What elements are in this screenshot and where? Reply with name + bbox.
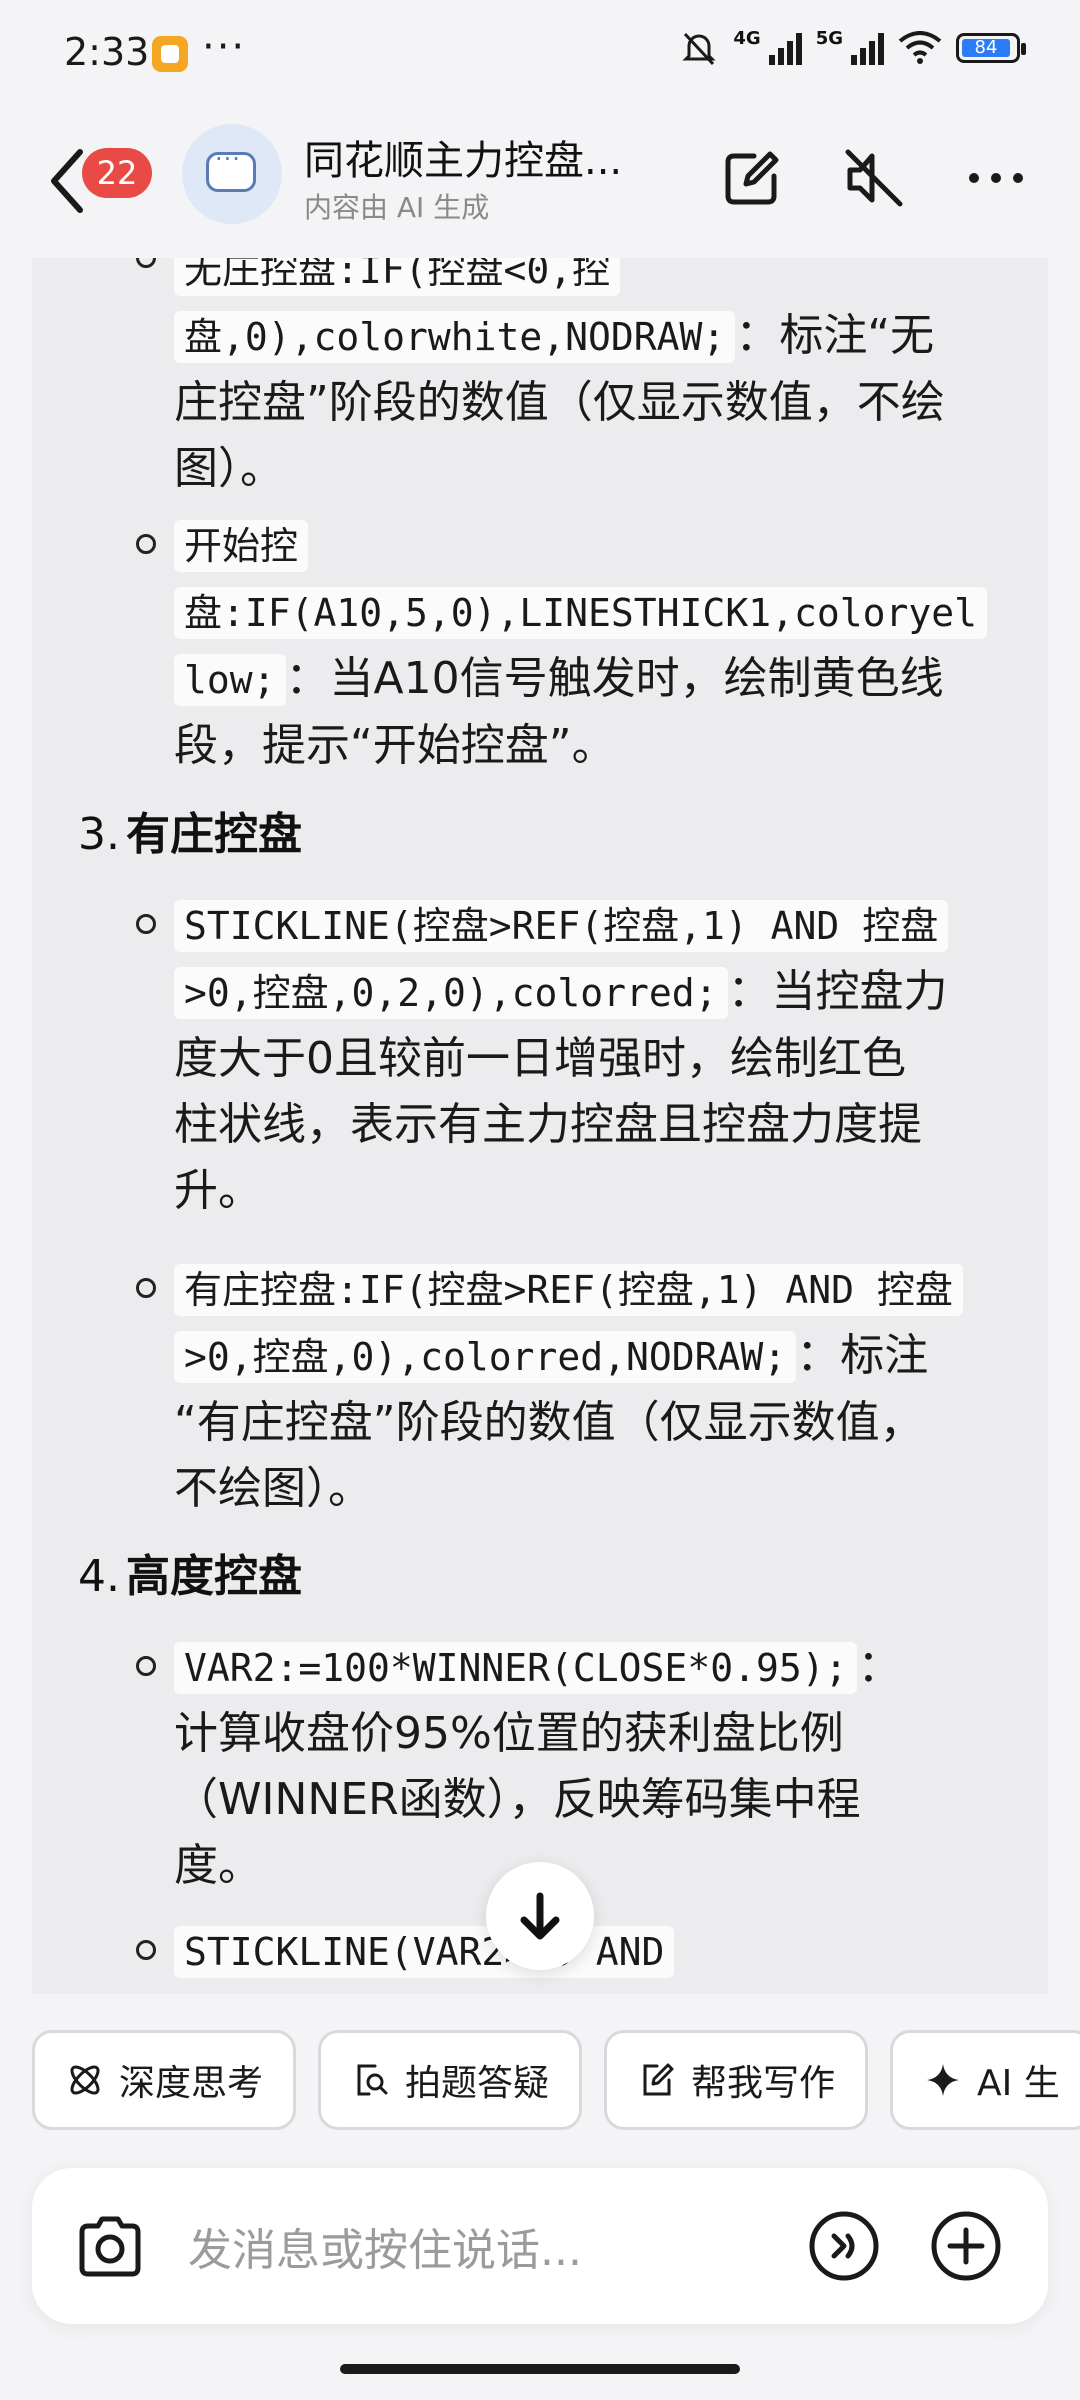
item-text: ：标注 xyxy=(796,1330,929,1381)
network-4g-label: 4G xyxy=(733,28,761,49)
item-text: 升。 xyxy=(174,1165,262,1216)
list-item: 无庄控盘:IF(控盘<0,控 盘,0),colorwhite,NODRAW; ：标… xyxy=(174,258,1024,502)
list-bullet xyxy=(136,258,156,268)
chat-title[interactable]: 同花顺主力控盘... xyxy=(304,128,622,186)
edit-icon[interactable] xyxy=(720,146,784,210)
item-text: （WINNER函数），反映筹码集中程 xyxy=(174,1774,861,1825)
chip-label: 拍题答疑 xyxy=(405,2063,550,2104)
add-icon[interactable] xyxy=(930,2210,1002,2282)
inline-code: 有庄控盘:IF(控盘>REF(控盘,1) AND 控盘 xyxy=(174,1264,963,1316)
chip-ai-generate[interactable]: AI 生 xyxy=(890,2030,1080,2130)
section-title: 有庄控盘 xyxy=(125,809,302,860)
list-bullet xyxy=(136,534,156,554)
list-item: 开始控 盘:IF(A10,5,0),LINESTHICK1,coloryel l… xyxy=(174,512,1024,779)
chip-label: 深度思考 xyxy=(119,2063,264,2104)
battery-icon: 84 xyxy=(956,33,1026,63)
status-time: 2:33 xyxy=(64,30,150,74)
mute-bell-icon xyxy=(682,32,716,66)
camera-icon[interactable] xyxy=(74,2210,146,2282)
voice-input-icon[interactable] xyxy=(808,2210,880,2282)
section-heading: 3. 有庄控盘 xyxy=(78,798,302,862)
inline-code: STICKLINE(VAR2>50 AND xyxy=(174,1926,675,1978)
chip-label: 帮我写作 xyxy=(691,2063,836,2104)
notification-app-icon xyxy=(152,36,188,72)
inline-code: VAR2:=100*WINNER(CLOSE*0.95); xyxy=(174,1642,858,1694)
inline-code: >0,控盘,0),colorred,NODRAW; xyxy=(174,1331,797,1383)
inline-code: 开始控 xyxy=(174,520,309,572)
inline-code: STICKLINE(控盘>REF(控盘,1) AND 控盘 xyxy=(174,900,949,952)
inline-code: 盘:IF(A10,5,0),LINESTHICK1,coloryel xyxy=(174,587,987,639)
scroll-to-bottom-button[interactable] xyxy=(486,1862,594,1970)
section-heading: 4. 高度控盘 xyxy=(78,1540,302,1604)
more-options-icon[interactable] xyxy=(964,146,1028,210)
wifi-icon xyxy=(898,31,942,64)
inline-code: >0,控盘,0,2,0),colorred; xyxy=(174,967,728,1019)
section-number: 4. xyxy=(78,1551,120,1602)
list-bullet xyxy=(136,1940,156,1960)
quick-action-chips: 深度思考 拍题答疑 帮我写作 AI 生 xyxy=(32,2030,1080,2134)
list-bullet xyxy=(136,1278,156,1298)
inline-code: low; xyxy=(174,654,286,706)
status-bar: 2:33 ··· 4G 5G 84 xyxy=(0,0,1080,100)
battery-level: 84 xyxy=(962,39,1010,57)
section-title: 高度控盘 xyxy=(125,1551,302,1602)
item-text: 图）。 xyxy=(174,443,284,494)
item-text: 计算收盘价95%位置的获利盘比例 xyxy=(174,1708,844,1759)
arrow-down-icon xyxy=(520,1892,560,1940)
photo-search-icon xyxy=(357,2064,388,2096)
item-text: 度大于0且较前一日增强时，绘制红色 xyxy=(174,1033,906,1084)
item-text: ：标注“无 xyxy=(735,310,935,361)
item-text: 段，提示“开始控盘”。 xyxy=(174,720,616,771)
home-indicator[interactable] xyxy=(340,2364,740,2374)
unread-badge: 22 xyxy=(82,148,152,198)
chat-header: 22 同花顺主力控盘... 内容由 AI 生成 xyxy=(0,100,1080,260)
item-text: “有庄控盘”阶段的数值（仅显示数值， xyxy=(174,1397,924,1448)
list-item: STICKLINE(控盘>REF(控盘,1) AND 控盘 >0,控盘,0,2,… xyxy=(174,892,1024,1224)
speaker-muted-icon[interactable] xyxy=(842,146,906,210)
network-5g-label: 5G xyxy=(815,28,843,49)
item-text: ：当控盘力 xyxy=(727,966,948,1017)
signal-4g-icon xyxy=(768,31,802,65)
item-text: 不绘图）。 xyxy=(174,1463,372,1514)
message-input-bar: 发消息或按住说话... xyxy=(32,2168,1048,2324)
message-input[interactable]: 发消息或按住说话... xyxy=(188,2214,582,2278)
status-more-icon: ··· xyxy=(202,24,247,70)
ai-generated-note: 内容由 AI 生成 xyxy=(304,191,490,224)
item-text: ： xyxy=(857,1641,902,1692)
bot-avatar[interactable] xyxy=(182,124,282,224)
item-text: 庄控盘”阶段的数值（仅显示数值，不绘 xyxy=(174,377,945,428)
item-text: 柱状线，表示有主力控盘且控盘力度提 xyxy=(174,1099,922,1150)
edit-icon xyxy=(643,2063,674,2096)
list-item: STICKLINE(VAR2>50 AND xyxy=(174,1918,1024,1985)
signal-5g-icon xyxy=(851,31,884,65)
section-number: 3. xyxy=(78,809,120,860)
sparkle-icon xyxy=(927,2064,960,2096)
chip-help-write[interactable]: 帮我写作 xyxy=(604,2030,869,2130)
list-item: 有庄控盘:IF(控盘>REF(控盘,1) AND 控盘 >0,控盘,0),col… xyxy=(174,1256,1024,1522)
chip-label: AI 生 xyxy=(977,2063,1060,2104)
atom-icon xyxy=(70,2065,100,2095)
item-text: 度。 xyxy=(174,1840,262,1891)
list-bullet xyxy=(136,1656,156,1676)
chip-photo-question[interactable]: 拍题答疑 xyxy=(318,2030,583,2130)
inline-code: 盘,0),colorwhite,NODRAW; xyxy=(174,311,736,363)
item-text: ：当A10信号触发时，绘制黄色线 xyxy=(285,653,944,704)
list-bullet xyxy=(136,914,156,934)
list-item: VAR2:=100*WINNER(CLOSE*0.95);： 计算收盘价95%位… xyxy=(174,1634,1024,1899)
message-content: 无庄控盘:IF(控盘<0,控 盘,0),colorwhite,NODRAW; ：标… xyxy=(32,258,1048,1994)
chat-bubble-icon xyxy=(206,145,256,192)
inline-code: 无庄控盘:IF(控盘<0,控 xyxy=(174,258,621,296)
chip-deep-thinking[interactable]: 深度思考 xyxy=(32,2030,297,2130)
